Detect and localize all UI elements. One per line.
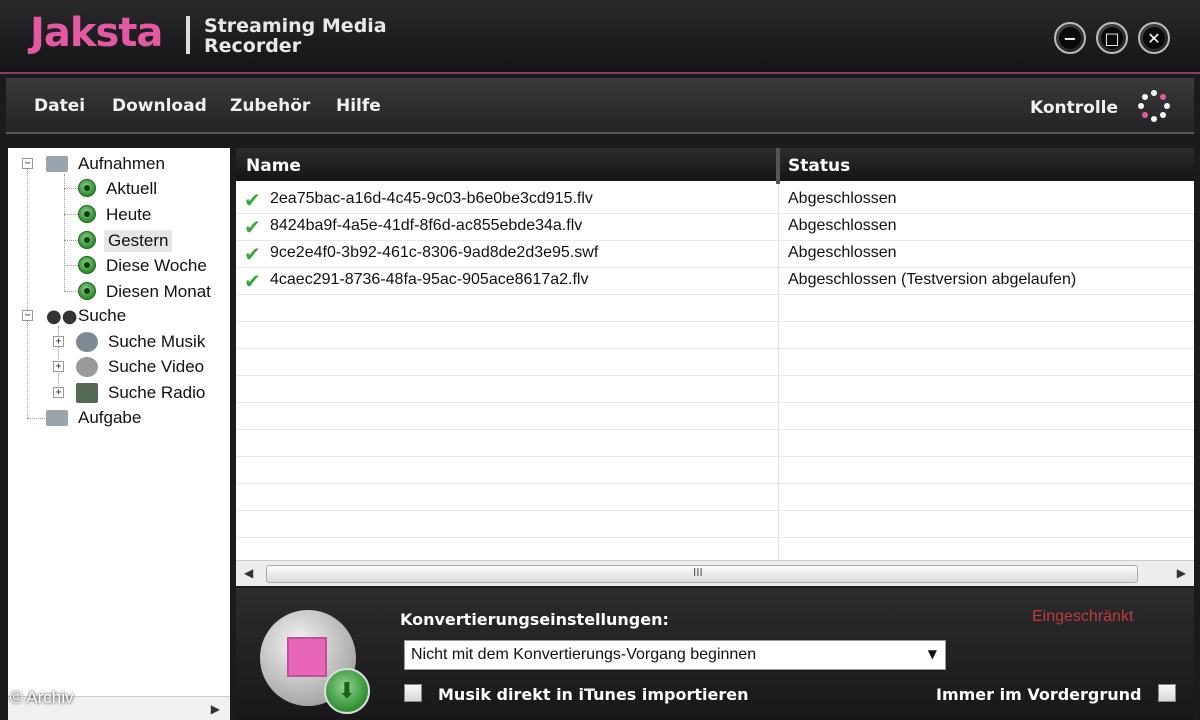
radio-icon bbox=[76, 383, 98, 403]
close-icon: ✕ bbox=[1147, 28, 1161, 48]
menu-bar: Datei Download Zubehör Hilfe Kontrolle bbox=[6, 78, 1194, 134]
download-arrow-icon: ⬇ bbox=[337, 678, 357, 704]
conversion-panel: ⬇ Konvertierungseinstellungen: Eingeschr… bbox=[236, 588, 1194, 720]
column-header-status[interactable]: Status bbox=[788, 156, 850, 176]
check-icon: ✔ bbox=[244, 242, 261, 266]
tree-item-diesen-monat[interactable]: Diesen Monat bbox=[106, 282, 211, 302]
tree-item-suche-radio[interactable]: Suche Radio bbox=[108, 383, 205, 403]
column-header-name[interactable]: Name bbox=[246, 156, 301, 176]
recordings-folder-icon bbox=[46, 156, 68, 172]
table-row[interactable]: ✔ 4caec291-8736-48fa-95ac-905ace8617a2.f… bbox=[236, 268, 1194, 295]
list-header: Name Status bbox=[236, 148, 1194, 184]
list-horizontal-scrollbar[interactable]: ◀ III ▶ bbox=[236, 560, 1194, 586]
green-ball-icon bbox=[78, 256, 96, 274]
check-icon: ✔ bbox=[244, 215, 261, 239]
tree-item-aktuell[interactable]: Aktuell bbox=[106, 179, 157, 199]
minimize-button[interactable]: − bbox=[1054, 22, 1086, 54]
app-logo: Jaksta bbox=[30, 10, 163, 56]
app-subtitle-line1: Streaming Media bbox=[204, 15, 387, 37]
recordings-list: Name Status ✔ 2ea75bac-a16d-4c45-9c03-b6… bbox=[236, 148, 1194, 586]
scroll-right-arrow-icon[interactable]: ▶ bbox=[1177, 566, 1186, 580]
file-status: Abgeschlossen bbox=[788, 244, 897, 261]
check-icon: ✔ bbox=[244, 188, 261, 212]
conversion-select[interactable]: Nicht mit dem Konvertierungs-Vorgang beg… bbox=[404, 640, 946, 670]
menu-datei[interactable]: Datei bbox=[34, 96, 85, 116]
conversion-select-value: Nicht mit dem Konvertierungs-Vorgang beg… bbox=[411, 646, 757, 663]
app-subtitle: Streaming Media Recorder bbox=[204, 16, 387, 56]
file-status: Abgeschlossen bbox=[788, 190, 897, 207]
file-name: 9ce2e4f0-3b92-461c-8306-9ad8de2d3e95.swf bbox=[270, 244, 599, 261]
menu-download[interactable]: Download bbox=[112, 96, 207, 116]
watermark: © Archiv bbox=[10, 688, 74, 707]
activity-spinner-icon bbox=[1138, 90, 1170, 122]
table-row[interactable]: ✔ 2ea75bac-a16d-4c45-9c03-b6e0be3cd915.f… bbox=[236, 187, 1194, 214]
scrollbar-thumb[interactable]: III bbox=[266, 565, 1138, 583]
tree-item-suche-video[interactable]: Suche Video bbox=[108, 357, 204, 377]
tree-item-diese-woche[interactable]: Diese Woche bbox=[106, 256, 207, 276]
file-name: 4caec291-8736-48fa-95ac-905ace8617a2.flv bbox=[270, 271, 589, 288]
file-name: 2ea75bac-a16d-4c45-9c03-b6e0be3cd915.flv bbox=[270, 190, 593, 207]
tree-item-suche[interactable]: Suche bbox=[78, 306, 126, 326]
file-name: 8424ba9f-4a5e-41df-8f6d-ac855ebde34a.flv bbox=[270, 217, 583, 234]
menu-zubehoer[interactable]: Zubehör bbox=[230, 96, 310, 116]
always-on-top-label: Immer im Vordergrund bbox=[936, 685, 1142, 704]
chevron-down-icon: ▼ bbox=[927, 647, 937, 661]
scroll-grip: III bbox=[693, 566, 703, 579]
file-status: Abgeschlossen bbox=[788, 217, 897, 234]
sidebar-tree: − Aufnahmen Aktuell Heute Gestern Diese … bbox=[8, 148, 230, 720]
maximize-button[interactable]: □ bbox=[1096, 22, 1128, 54]
binoculars-icon: ●● bbox=[46, 306, 78, 327]
expander-suche-radio[interactable]: + bbox=[53, 387, 64, 398]
expander-suche[interactable]: − bbox=[22, 310, 33, 321]
tree-item-aufgabe[interactable]: Aufgabe bbox=[78, 408, 141, 428]
check-icon: ✔ bbox=[244, 269, 261, 293]
video-reel-icon bbox=[76, 357, 98, 377]
title-bar: Jaksta Streaming Media Recorder − □ ✕ bbox=[0, 0, 1200, 74]
maximize-icon: □ bbox=[1104, 28, 1120, 48]
music-search-icon bbox=[76, 332, 98, 352]
file-status: Abgeschlossen (Testversion abgelaufen) bbox=[788, 271, 1077, 288]
tree-item-gestern[interactable]: Gestern bbox=[104, 230, 173, 252]
tree-item-aufnahmen[interactable]: Aufnahmen bbox=[78, 154, 165, 174]
kontrolle-button[interactable]: Kontrolle bbox=[1030, 98, 1118, 118]
scroll-left-arrow-icon[interactable]: ◀ bbox=[244, 566, 253, 580]
green-ball-icon bbox=[78, 179, 96, 197]
expander-aufnahmen[interactable]: − bbox=[22, 158, 33, 169]
app-subtitle-line2: Recorder bbox=[204, 35, 302, 57]
expander-suche-video[interactable]: + bbox=[53, 361, 64, 372]
column-separator[interactable] bbox=[776, 148, 780, 184]
minimize-icon: − bbox=[1063, 28, 1077, 48]
download-button[interactable]: ⬇ bbox=[324, 668, 370, 714]
green-ball-icon bbox=[78, 205, 96, 223]
tree-item-suche-musik[interactable]: Suche Musik bbox=[108, 332, 205, 352]
itunes-import-label: Musik direkt in iTunes importieren bbox=[438, 685, 749, 704]
green-ball-icon bbox=[78, 231, 96, 249]
expander-suche-musik[interactable]: + bbox=[53, 336, 64, 347]
menu-hilfe[interactable]: Hilfe bbox=[336, 96, 381, 116]
itunes-import-checkbox[interactable] bbox=[404, 684, 422, 702]
green-ball-icon bbox=[78, 282, 96, 300]
logo-separator bbox=[186, 16, 190, 54]
tree-item-heute[interactable]: Heute bbox=[106, 205, 151, 225]
close-button[interactable]: ✕ bbox=[1138, 22, 1170, 54]
table-row[interactable]: ✔ 8424ba9f-4a5e-41df-8f6d-ac855ebde34a.f… bbox=[236, 214, 1194, 241]
table-row[interactable]: ✔ 9ce2e4f0-3b92-461c-8306-9ad8de2d3e95.s… bbox=[236, 241, 1194, 268]
restricted-status: Eingeschränkt bbox=[1032, 608, 1134, 625]
stop-square-icon bbox=[287, 637, 327, 677]
always-on-top-checkbox[interactable] bbox=[1158, 684, 1176, 702]
task-folder-icon bbox=[46, 410, 68, 426]
scroll-right-arrow-icon[interactable]: ▶ bbox=[211, 702, 220, 716]
conversion-settings-label: Konvertierungseinstellungen: bbox=[400, 610, 669, 629]
